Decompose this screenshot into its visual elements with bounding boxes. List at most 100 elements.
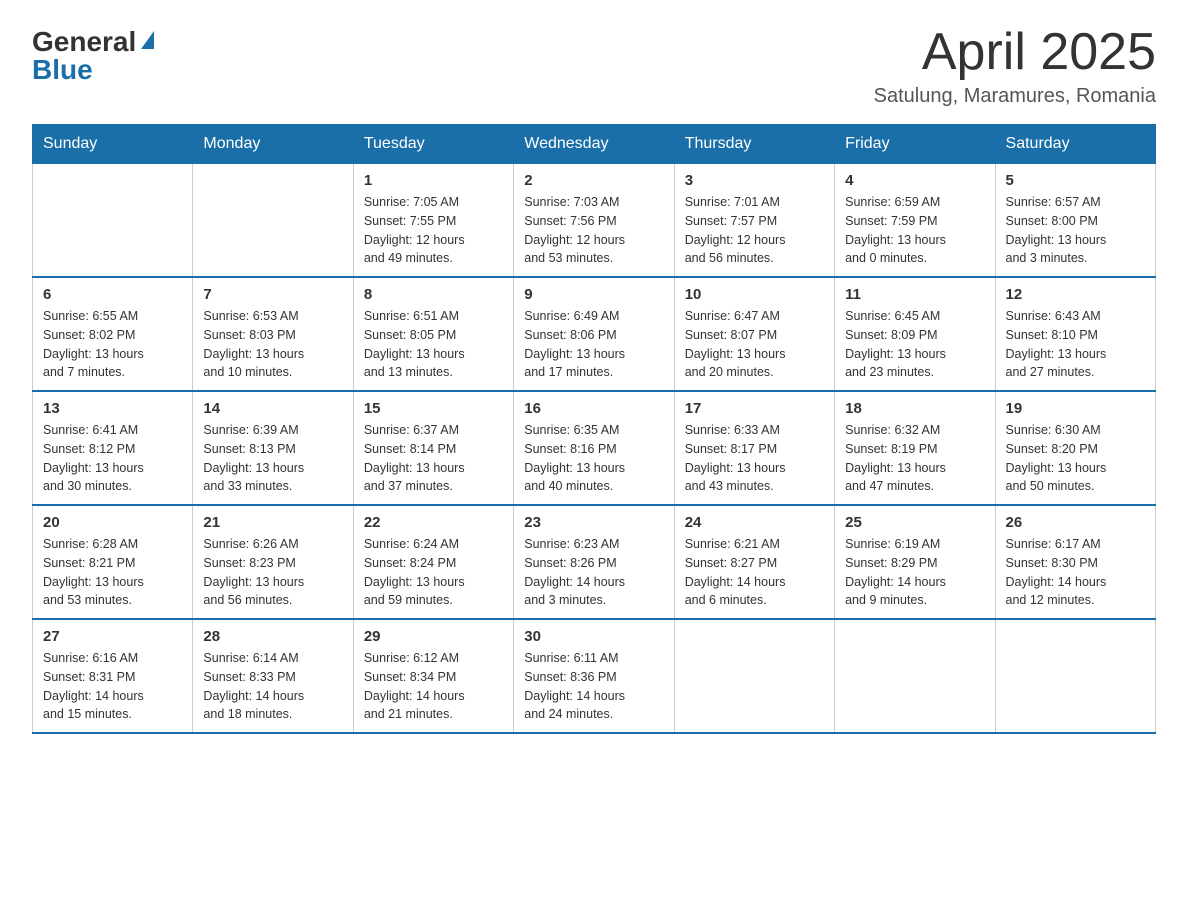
day-number: 17 [685, 400, 824, 417]
logo-general-text: General [32, 28, 136, 56]
day-info: Sunrise: 6:19 AM Sunset: 8:29 PM Dayligh… [845, 535, 984, 610]
day-info: Sunrise: 6:11 AM Sunset: 8:36 PM Dayligh… [524, 649, 663, 724]
logo-blue-text: Blue [32, 56, 93, 84]
day-info: Sunrise: 6:33 AM Sunset: 8:17 PM Dayligh… [685, 421, 824, 496]
day-info: Sunrise: 6:17 AM Sunset: 8:30 PM Dayligh… [1006, 535, 1145, 610]
day-of-week-header: Sunday [33, 125, 193, 164]
calendar-cell: 1 Sunrise: 7:05 AM Sunset: 7:55 PM Daylig… [353, 164, 513, 278]
day-info: Sunrise: 6:41 AM Sunset: 8:12 PM Dayligh… [43, 421, 182, 496]
calendar-cell: 29 Sunrise: 6:12 AM Sunset: 8:34 PM Dayli… [353, 619, 513, 733]
day-number: 26 [1006, 514, 1145, 531]
day-info: Sunrise: 6:16 AM Sunset: 8:31 PM Dayligh… [43, 649, 182, 724]
calendar-cell: 9Sunrise: 6:49 AM Sunset: 8:06 PM Daylig… [514, 277, 674, 391]
day-info: Sunrise: 6:49 AM Sunset: 8:06 PM Dayligh… [524, 307, 663, 382]
title-block: April 2025 Satulung, Maramures, Romania [874, 24, 1156, 108]
day-number: 3 [685, 172, 824, 189]
day-number: 14 [203, 400, 342, 417]
calendar-week-row: 1 Sunrise: 7:05 AM Sunset: 7:55 PM Daylig… [33, 164, 1156, 278]
subtitle: Satulung, Maramures, Romania [874, 85, 1156, 108]
day-info: Sunrise: 6:26 AM Sunset: 8:23 PM Dayligh… [203, 535, 342, 610]
calendar-cell: 7 Sunrise: 6:53 AM Sunset: 8:03 PM Daylig… [193, 277, 353, 391]
calendar-cell: 4Sunrise: 6:59 AM Sunset: 7:59 PM Daylig… [835, 164, 995, 278]
calendar-cell: 22Sunrise: 6:24 AM Sunset: 8:24 PM Dayli… [353, 505, 513, 619]
day-number: 2 [524, 172, 663, 189]
day-info: Sunrise: 6:12 AM Sunset: 8:34 PM Dayligh… [364, 649, 503, 724]
day-of-week-header: Friday [835, 125, 995, 164]
calendar-cell [835, 619, 995, 733]
day-number: 25 [845, 514, 984, 531]
calendar-cell: 26 Sunrise: 6:17 AM Sunset: 8:30 PM Dayli… [995, 505, 1155, 619]
calendar-cell [995, 619, 1155, 733]
calendar-cell: 13 Sunrise: 6:41 AM Sunset: 8:12 PM Dayli… [33, 391, 193, 505]
day-number: 1 [364, 172, 503, 189]
day-number: 21 [203, 514, 342, 531]
day-info: Sunrise: 6:39 AM Sunset: 8:13 PM Dayligh… [203, 421, 342, 496]
day-number: 30 [524, 628, 663, 645]
calendar-cell: 8 Sunrise: 6:51 AM Sunset: 8:05 PM Daylig… [353, 277, 513, 391]
day-info: Sunrise: 6:47 AM Sunset: 8:07 PM Dayligh… [685, 307, 824, 382]
calendar-cell: 24 Sunrise: 6:21 AM Sunset: 8:27 PM Dayli… [674, 505, 834, 619]
day-number: 27 [43, 628, 182, 645]
day-number: 18 [845, 400, 984, 417]
day-info: Sunrise: 6:21 AM Sunset: 8:27 PM Dayligh… [685, 535, 824, 610]
calendar-cell: 3Sunrise: 7:01 AM Sunset: 7:57 PM Daylig… [674, 164, 834, 278]
day-of-week-header: Thursday [674, 125, 834, 164]
day-info: Sunrise: 6:14 AM Sunset: 8:33 PM Dayligh… [203, 649, 342, 724]
day-number: 29 [364, 628, 503, 645]
calendar-body: 1 Sunrise: 7:05 AM Sunset: 7:55 PM Daylig… [33, 164, 1156, 734]
calendar-cell: 16Sunrise: 6:35 AM Sunset: 8:16 PM Dayli… [514, 391, 674, 505]
calendar-week-row: 13 Sunrise: 6:41 AM Sunset: 8:12 PM Dayli… [33, 391, 1156, 505]
calendar-header: SundayMondayTuesdayWednesdayThursdayFrid… [33, 125, 1156, 164]
day-number: 8 [364, 286, 503, 303]
day-info: Sunrise: 7:05 AM Sunset: 7:55 PM Dayligh… [364, 193, 503, 268]
calendar-cell: 14 Sunrise: 6:39 AM Sunset: 8:13 PM Dayli… [193, 391, 353, 505]
day-number: 15 [364, 400, 503, 417]
day-number: 6 [43, 286, 182, 303]
calendar-cell: 10 Sunrise: 6:47 AM Sunset: 8:07 PM Dayli… [674, 277, 834, 391]
day-number: 19 [1006, 400, 1145, 417]
day-number: 13 [43, 400, 182, 417]
day-number: 20 [43, 514, 182, 531]
day-info: Sunrise: 6:24 AM Sunset: 8:24 PM Dayligh… [364, 535, 503, 610]
calendar-cell: 2Sunrise: 7:03 AM Sunset: 7:56 PM Daylig… [514, 164, 674, 278]
day-info: Sunrise: 6:45 AM Sunset: 8:09 PM Dayligh… [845, 307, 984, 382]
calendar-week-row: 6 Sunrise: 6:55 AM Sunset: 8:02 PM Daylig… [33, 277, 1156, 391]
day-info: Sunrise: 6:55 AM Sunset: 8:02 PM Dayligh… [43, 307, 182, 382]
calendar-cell: 6 Sunrise: 6:55 AM Sunset: 8:02 PM Daylig… [33, 277, 193, 391]
day-info: Sunrise: 6:57 AM Sunset: 8:00 PM Dayligh… [1006, 193, 1145, 268]
day-info: Sunrise: 6:28 AM Sunset: 8:21 PM Dayligh… [43, 535, 182, 610]
day-info: Sunrise: 6:37 AM Sunset: 8:14 PM Dayligh… [364, 421, 503, 496]
calendar-cell: 18Sunrise: 6:32 AM Sunset: 8:19 PM Dayli… [835, 391, 995, 505]
day-of-week-header: Tuesday [353, 125, 513, 164]
day-info: Sunrise: 6:43 AM Sunset: 8:10 PM Dayligh… [1006, 307, 1145, 382]
day-number: 7 [203, 286, 342, 303]
calendar-cell: 5 Sunrise: 6:57 AM Sunset: 8:00 PM Daylig… [995, 164, 1155, 278]
day-info: Sunrise: 6:30 AM Sunset: 8:20 PM Dayligh… [1006, 421, 1145, 496]
day-of-week-header: Saturday [995, 125, 1155, 164]
day-of-week-header: Wednesday [514, 125, 674, 164]
calendar: SundayMondayTuesdayWednesdayThursdayFrid… [32, 124, 1156, 734]
header: General Blue April 2025 Satulung, Maramu… [32, 24, 1156, 108]
day-number: 5 [1006, 172, 1145, 189]
calendar-cell: 17 Sunrise: 6:33 AM Sunset: 8:17 PM Dayli… [674, 391, 834, 505]
day-number: 10 [685, 286, 824, 303]
day-number: 23 [524, 514, 663, 531]
calendar-week-row: 20 Sunrise: 6:28 AM Sunset: 8:21 PM Dayli… [33, 505, 1156, 619]
day-info: Sunrise: 6:51 AM Sunset: 8:05 PM Dayligh… [364, 307, 503, 382]
day-info: Sunrise: 6:53 AM Sunset: 8:03 PM Dayligh… [203, 307, 342, 382]
calendar-cell [674, 619, 834, 733]
day-number: 24 [685, 514, 824, 531]
day-number: 28 [203, 628, 342, 645]
day-number: 12 [1006, 286, 1145, 303]
logo: General Blue [32, 24, 154, 84]
calendar-cell: 19 Sunrise: 6:30 AM Sunset: 8:20 PM Dayli… [995, 391, 1155, 505]
calendar-cell [193, 164, 353, 278]
calendar-cell: 28 Sunrise: 6:14 AM Sunset: 8:33 PM Dayli… [193, 619, 353, 733]
calendar-week-row: 27 Sunrise: 6:16 AM Sunset: 8:31 PM Dayli… [33, 619, 1156, 733]
day-number: 16 [524, 400, 663, 417]
calendar-cell: 30 Sunrise: 6:11 AM Sunset: 8:36 PM Dayli… [514, 619, 674, 733]
calendar-cell: 25 Sunrise: 6:19 AM Sunset: 8:29 PM Dayli… [835, 505, 995, 619]
calendar-cell: 27 Sunrise: 6:16 AM Sunset: 8:31 PM Dayli… [33, 619, 193, 733]
day-number: 4 [845, 172, 984, 189]
calendar-cell: 23Sunrise: 6:23 AM Sunset: 8:26 PM Dayli… [514, 505, 674, 619]
